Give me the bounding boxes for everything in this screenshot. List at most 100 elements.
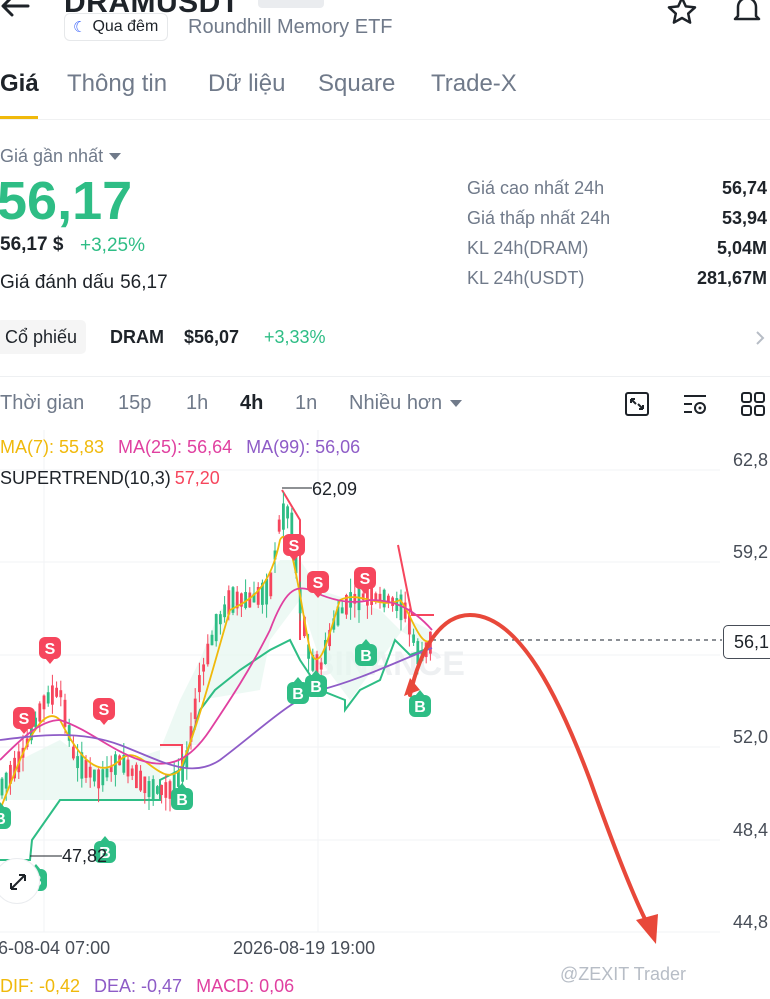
stat-row: Giá thấp nhất 24h 53,94 [467,206,767,236]
stock-row[interactable]: Cổ phiếu DRAM $56,07 +3,33% [0,320,770,356]
svg-text:B: B [176,792,188,809]
star-icon[interactable] [666,0,698,24]
candle-body [156,786,159,794]
last-price: 56,17 [0,171,133,231]
candle-body [265,578,268,605]
candle-body [151,779,155,801]
stat-value: 5,04M [716,238,767,258]
ma25-value: MA(25): 56,64 [118,437,233,457]
stock-ticker: DRAM [110,327,164,347]
indicator-settings-icon[interactable] [681,390,709,418]
author-watermark: @ZEXIT Trader [560,964,686,984]
tab-info[interactable]: Thông tin [67,70,167,98]
stat-row: KL 24h(DRAM) 5,04M [467,236,767,266]
chart-type-icon[interactable] [623,390,651,418]
y-axis-label: 44,8 [733,912,769,932]
candle-body [42,695,46,710]
candle-body [0,778,4,796]
svg-text:S: S [360,571,371,588]
svg-text:S: S [313,575,324,592]
stat-value: 53,94 [721,208,767,228]
candle-body [72,746,75,759]
time-label: Thời gian [0,392,85,414]
more-label: Nhiều hơn [349,392,443,414]
candlestick-chart[interactable]: BINANCE SSSSSSBBBBBBBB [0,430,770,970]
candle-body [160,784,163,796]
candle-body [198,675,201,693]
candle-body [206,643,210,665]
back-arrow-icon[interactable] [0,0,30,18]
tab-square[interactable]: Square [318,70,395,98]
usd-price: 56,17 $ [0,234,64,255]
forecast-arrowhead [636,914,658,944]
candle-body [55,687,58,697]
price-change-pct: +3,25% [80,235,145,256]
y-axis-label: 48,4 [733,820,769,840]
interval-15p[interactable]: 15p [118,392,151,415]
title-badge [258,0,324,8]
overnight-session-chip[interactable]: ☾ Qua đêm [64,13,169,41]
stat-label: KL 24h(USDT) [467,268,585,288]
header: DRAMUSDT ☾ Qua đêm Roundhill Memory ETF [0,0,770,48]
candle-body [164,782,168,798]
sell-signal-badge: S [39,637,61,664]
candle-body [130,768,134,776]
mark-price-label: Giá đánh dấu [0,272,115,293]
bell-icon[interactable] [730,0,764,24]
candle-body [223,604,226,618]
candle-body [84,759,88,778]
interval-1h[interactable]: 1h [186,392,208,415]
interval-row: Thời gian 15p 1h 4h 1n Nhiều hơn [0,390,770,420]
tab-trade-x[interactable]: Trade-X [431,70,517,98]
high-price-marker: 62,09 [312,479,358,499]
buy-signal-badge: B [409,690,431,717]
candle-body [286,506,289,519]
x-axis-label: 6-08-04 07:00 [0,938,111,958]
candle-body [269,572,273,597]
stat-label: Giá thấp nhất 24h [467,208,611,228]
last-price-selector[interactable]: Giá gần nhất [0,146,122,167]
candle-body [135,764,138,789]
candle-body [101,769,105,786]
main-tabs: Giá Thông tin Dữ liệu Square Trade-X [0,70,770,120]
candle-body [277,519,281,532]
candle-body [374,593,378,600]
candle-body [143,776,147,794]
low-price-marker: 47,82 [62,846,108,866]
stat-row: KL 24h(USDT) 281,67M [467,266,767,296]
stock-chip: Cổ phiếu [0,320,87,354]
grid-layout-icon[interactable] [739,390,767,418]
candle-body [340,607,344,614]
svg-text:B: B [414,699,426,716]
candle-body [193,698,197,719]
tab-price[interactable]: Giá [0,70,39,98]
macd-dea: DEA: -0,47 [94,976,183,996]
buy-signal-badge: B [0,802,11,829]
stats-panel: Giá cao nhất 24h 56,74 Giá thấp nhất 24h… [467,176,767,296]
macd-legend: DIF: -0,42 DEA: -0,47 MACD: 0,06 [0,976,308,997]
candle-body [282,503,285,530]
sell-signal-badge: S [93,698,115,725]
candle-body [4,772,8,789]
expand-chart-button[interactable] [0,858,40,904]
expand-icon [10,874,26,890]
x-axis-label: 2026-08-19 19:00 [233,938,376,958]
active-tab-indicator [0,116,38,119]
y-axis-label: 62,8 [733,450,769,470]
interval-4h[interactable]: 4h [240,392,263,415]
stock-change: +3,33% [264,327,326,347]
candle-body [168,781,172,799]
caret-down-icon [109,153,122,160]
sell-signal-badge: S [283,534,305,561]
candle-body [147,781,151,797]
tab-data[interactable]: Dữ liệu [208,70,285,98]
candle-body [93,769,96,782]
ma99-value: MA(99): 56,06 [246,437,361,457]
candle-body [59,690,63,698]
ma-legend: MA(7): 55,83 MA(25): 56,64 MA(99): 56,06 [0,437,374,458]
last-price-label: Giá gần nhất [0,146,104,166]
interval-1n[interactable]: 1n [295,392,317,415]
svg-text:B: B [360,648,372,665]
candle-body [210,634,214,646]
more-intervals-button[interactable]: Nhiều hơn [349,392,463,415]
